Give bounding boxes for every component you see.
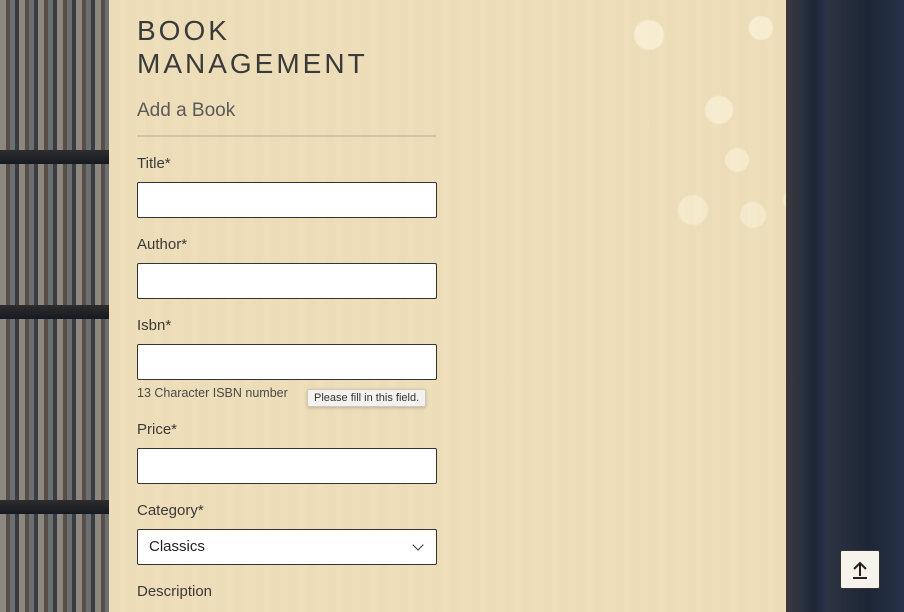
- price-field-group: Price*: [137, 421, 437, 484]
- title-input[interactable]: [137, 182, 437, 218]
- form-container: BOOK MANAGEMENT Add a Book Title* Author…: [137, 14, 437, 601]
- page-title: BOOK MANAGEMENT: [137, 15, 368, 79]
- price-input[interactable]: [137, 448, 437, 484]
- section-title: Add a Book: [137, 100, 236, 121]
- shelf-board: [0, 500, 110, 514]
- category-select[interactable]: Classics: [137, 529, 437, 565]
- library-doorway: [786, 0, 826, 612]
- isbn-label: Isbn*: [137, 317, 172, 334]
- isbn-input[interactable]: [137, 344, 437, 380]
- price-label: Price*: [137, 421, 178, 438]
- isbn-helper-text: 13 Character ISBN number: [137, 386, 288, 400]
- validation-tooltip: Please fill in this field.: [307, 389, 427, 407]
- category-label: Category*: [137, 502, 204, 519]
- description-field-group: Description: [137, 583, 437, 601]
- category-field-group: Category* Classics: [137, 502, 437, 565]
- isbn-field-group: Isbn* 13 Character ISBN number Please fi…: [137, 317, 437, 407]
- scroll-to-top-button[interactable]: [840, 550, 880, 589]
- arrow-up-icon: [853, 561, 867, 579]
- category-selected-value: Classics: [149, 538, 205, 555]
- shelf-board: [0, 150, 110, 164]
- description-label: Description: [137, 583, 213, 600]
- chevron-down-icon: [412, 539, 424, 551]
- title-label: Title*: [137, 155, 171, 172]
- divider: [137, 135, 436, 137]
- bookshelf-left: [0, 0, 110, 612]
- author-field-group: Author*: [137, 236, 437, 299]
- author-label: Author*: [137, 236, 188, 253]
- form-card: BOOK MANAGEMENT Add a Book Title* Author…: [109, 0, 786, 612]
- isbn-helper-row: 13 Character ISBN number Please fill in …: [137, 380, 437, 407]
- shelf-board: [0, 305, 110, 319]
- title-field-group: Title*: [137, 155, 437, 218]
- author-input[interactable]: [137, 263, 437, 299]
